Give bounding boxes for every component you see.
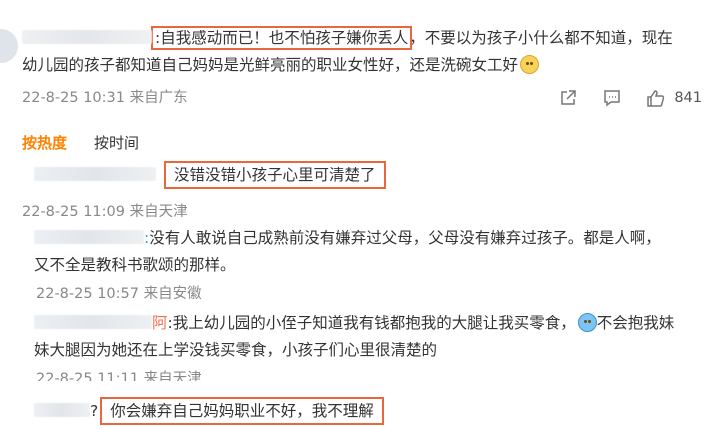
laugh-cry-emoji-icon <box>577 313 597 332</box>
reply-author-redacted[interactable] <box>34 315 152 329</box>
main-comment: :自我感动而已！也不怕孩子嫌你丢人，不要以为孩子小什么都不知道，现在 幼儿园的孩… <box>22 25 706 79</box>
reply-text: 没有人敢说自己成熟前没有嫌弃过父母，父母没有嫌弃过孩子。都是人啊， <box>149 229 661 247</box>
reply-author-redacted[interactable] <box>34 403 90 417</box>
like-count: 841 <box>674 90 702 106</box>
reply-author-tail[interactable]: 阿 <box>152 314 168 332</box>
like-icon[interactable] <box>646 88 666 108</box>
reply-author-redacted[interactable] <box>34 230 144 244</box>
tab-hot[interactable]: 按热度 <box>22 132 67 153</box>
comment-text: ，不要以为孩子小什么都不知道，现在 <box>409 29 673 47</box>
highlighted-reply: 你会嫌弃自己妈妈职业不好，我不理解 <box>100 397 384 425</box>
reply-list: 没错没错小孩子心里可清楚了 22-8-25 11:09 来自天津 :没有人敢说自… <box>22 160 706 425</box>
reply-text: 又不全是教科书歌颂的那样。 <box>34 256 236 274</box>
reply-item: 没错没错小孩子心里可清楚了 <box>22 160 706 200</box>
avatar[interactable] <box>0 29 18 63</box>
comment-text-line2: 幼儿园的孩子都知道自己妈妈是光鲜亮丽的职业女性好，还是洗碗女工好 <box>22 56 519 74</box>
reply-text: 妹大腿因为她还在上学没钱买零食，小孩子们心里很清楚的 <box>34 341 438 359</box>
reply-timestamp: 22-8-25 11:09 来自天津 <box>22 204 188 220</box>
comment-icon[interactable] <box>602 88 622 108</box>
reply-item: 阿:我上幼儿园的小侄子知道我有钱都抱我的大腿让我买零食， 不会抱我妹 妹大腿因为她… <box>22 310 674 381</box>
reply-item: :没有人敢说自己成熟前没有嫌弃过父母，父母没有嫌弃过孩子。都是人啊， 又不全是教… <box>22 225 661 306</box>
comment-line-2: 幼儿园的孩子都知道自己妈妈是光鲜亮丽的职业女性好，还是洗碗女工好 <box>22 52 706 79</box>
reply-text: 不会抱我妹 <box>596 314 675 332</box>
reply-timestamp: 22-8-25 11:11 来自天津 <box>36 371 202 381</box>
reply-author-redacted[interactable] <box>34 167 156 181</box>
reply-prefix: ? <box>90 402 99 420</box>
comment-meta-row: 22-8-25 10:31 来自广东 841 <box>22 86 706 110</box>
comment-line-1: :自我感动而已！也不怕孩子嫌你丢人，不要以为孩子小什么都不知道，现在 <box>22 25 706 52</box>
sort-tabs: 按热度 按时间 <box>22 132 166 153</box>
reply-timestamp: 22-8-25 10:57 来自安徽 <box>36 286 202 302</box>
highlighted-text: :自我感动而已！也不怕孩子嫌你丢人 <box>150 26 413 50</box>
highlighted-reply: 没错没错小孩子心里可清楚了 <box>164 161 386 189</box>
reply-text: :我上幼儿园的小侄子知道我有钱都抱我的大腿让我买零食， <box>167 314 576 332</box>
share-icon[interactable] <box>558 88 578 108</box>
author-name-redacted[interactable] <box>22 30 152 44</box>
comment-timestamp: 22-8-25 10:31 来自广东 <box>22 90 188 106</box>
reply-item: ? 你会嫌弃自己妈妈职业不好，我不理解 <box>22 397 384 425</box>
comment-actions: 841 <box>534 86 702 110</box>
doge-emoji-icon <box>520 55 540 74</box>
tab-time[interactable]: 按时间 <box>94 132 139 153</box>
